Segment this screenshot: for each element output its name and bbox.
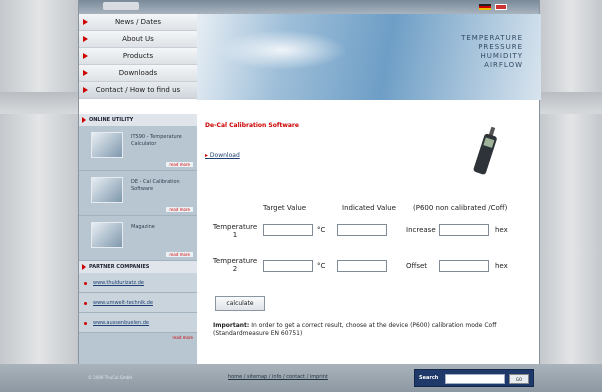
important-note: Important: In order to get a correct res… — [213, 322, 523, 338]
header-non-calibrated: (P600 non calibrated /Coff) — [413, 204, 508, 212]
hero-cloud — [217, 30, 347, 70]
increase-label: Increase — [406, 226, 436, 234]
calculate-button[interactable]: calculate — [215, 296, 265, 311]
indicated-value-2-input[interactable] — [337, 260, 387, 272]
footer-copyright: © 2009 ThuCal GmbH — [88, 375, 133, 380]
product-thumbnail[interactable] — [91, 177, 123, 203]
header-indicated-value: Indicated Value — [342, 204, 396, 212]
target-value-2-input[interactable] — [263, 260, 313, 272]
page-title: De-Cal Calibration Software — [205, 122, 299, 129]
unit-celsius: °C — [317, 262, 326, 270]
background-left — [0, 0, 78, 392]
product-teaser[interactable]: Magazine read more — [79, 216, 197, 261]
row-label-temperature-2: Temperature 2 — [212, 257, 258, 273]
partner-companies-heading: PARTNER COMPANIES — [79, 261, 197, 273]
unit-hex: hex — [495, 226, 508, 234]
important-label: Important: — [213, 322, 250, 329]
top-strip — [79, 0, 539, 14]
partner-link[interactable]: www.umwelt-technik.de — [79, 293, 197, 313]
read-more-link[interactable]: read more — [166, 207, 193, 212]
product-thumbnail[interactable] — [91, 222, 123, 248]
target-value-1-input[interactable] — [263, 224, 313, 236]
partner-link[interactable]: www.aussenbuelen.de — [79, 313, 197, 333]
nav-item-news[interactable]: News / Dates — [79, 14, 197, 31]
footer-links: home / sitemap / info / contact / imprin… — [228, 374, 328, 380]
hero-word: HUMIDITY — [480, 52, 523, 60]
offset-label: Offset — [406, 262, 428, 270]
nav-item-contact[interactable]: Contact / How to find us — [79, 82, 197, 99]
offset-input[interactable] — [439, 260, 489, 272]
german-flag-icon[interactable] — [479, 4, 491, 10]
nav-item-downloads[interactable]: Downloads — [79, 65, 197, 82]
important-text: In order to get a correct result, choose… — [213, 322, 497, 337]
thermometer-device-image — [467, 124, 503, 182]
hero-word: AIRFLOW — [484, 61, 523, 69]
search-input[interactable] — [445, 374, 505, 384]
unit-celsius: °C — [317, 226, 326, 234]
sidebar: ONLINE UTILITY ITS90 - Temperature Calcu… — [79, 114, 197, 364]
row-label-temperature-1: Temperature 1 — [212, 223, 258, 239]
product-teaser[interactable]: DE - Cal Calibration Software read more — [79, 171, 197, 216]
partner-read-more-link[interactable]: read more — [79, 333, 197, 343]
hero-banner: TEMPERATURE PRESSURE HUMIDITY AIRFLOW — [197, 14, 541, 100]
uk-flag-icon[interactable] — [495, 4, 507, 10]
hero-word: TEMPERATURE — [461, 34, 523, 42]
product-teaser[interactable]: ITS90 - Temperature Calculator read more — [79, 126, 197, 171]
read-more-link[interactable]: read more — [166, 162, 193, 167]
product-text: Magazine — [131, 224, 155, 230]
page: News / Dates About Us Products Downloads… — [78, 0, 541, 392]
hero-words: TEMPERATURE PRESSURE HUMIDITY AIRFLOW — [461, 34, 523, 70]
search-go-button[interactable]: GO — [509, 374, 529, 384]
logo[interactable] — [103, 2, 139, 10]
header-target-value: Target Value — [263, 204, 307, 212]
download-link[interactable]: Download — [205, 152, 240, 159]
footer: © 2009 ThuCal GmbH home / sitemap / info… — [0, 364, 602, 392]
main-nav: News / Dates About Us Products Downloads… — [79, 14, 197, 99]
product-text: ITS90 - Temperature Calculator — [131, 134, 182, 147]
nav-item-products[interactable]: Products — [79, 48, 197, 65]
partner-link[interactable]: www.thuldurizatz.de — [79, 273, 197, 293]
nav-item-about[interactable]: About Us — [79, 31, 197, 48]
footer-links-text[interactable]: home / sitemap / info / contact / imprin… — [228, 374, 328, 380]
unit-hex: hex — [495, 262, 508, 270]
online-utility-heading: ONLINE UTILITY — [79, 114, 197, 126]
indicated-value-1-input[interactable] — [337, 224, 387, 236]
product-thumbnail[interactable] — [91, 132, 123, 158]
search-box: Search GO — [414, 369, 534, 387]
read-more-link[interactable]: read more — [166, 252, 193, 257]
background-right — [540, 0, 602, 392]
increase-input[interactable] — [439, 224, 489, 236]
product-text: DE - Cal Calibration Software — [131, 179, 180, 192]
search-label: Search — [419, 375, 439, 381]
hero-word: PRESSURE — [478, 43, 523, 51]
